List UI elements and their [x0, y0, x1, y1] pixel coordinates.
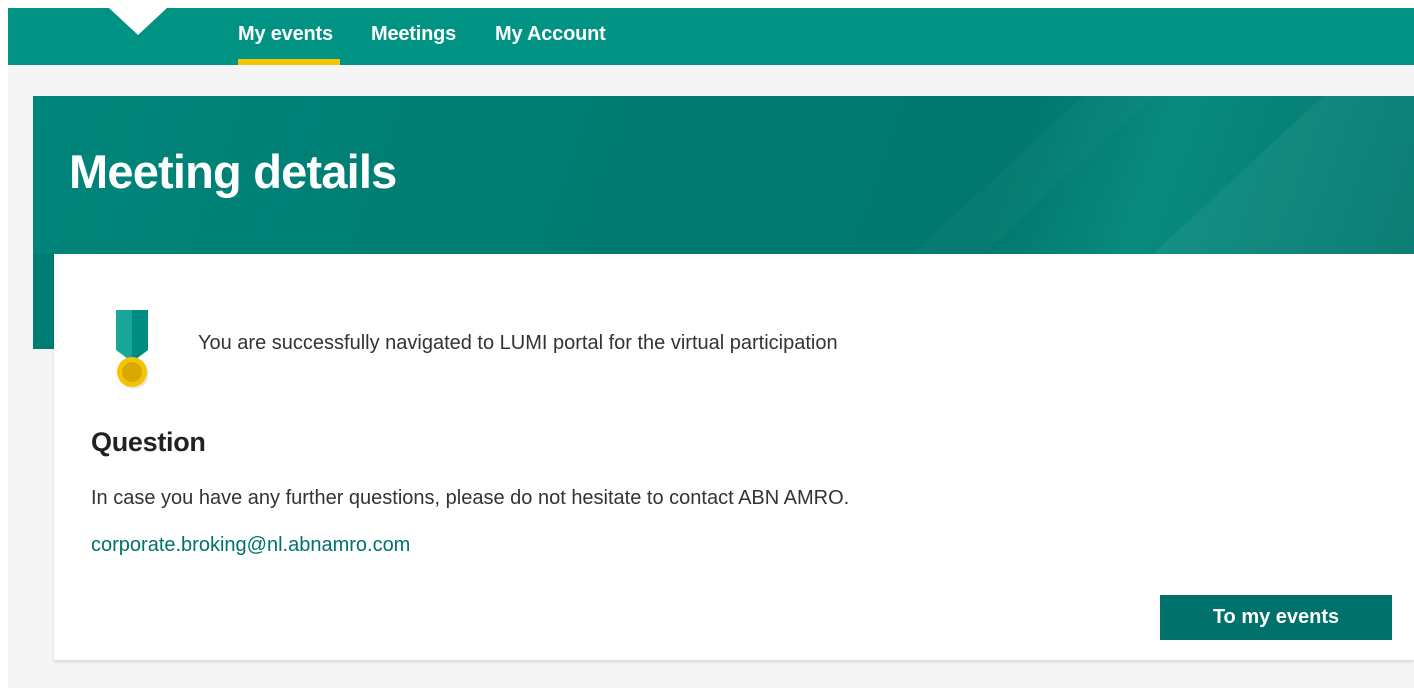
- to-my-events-button[interactable]: To my events: [1160, 595, 1392, 640]
- hero-side-strip: [33, 254, 54, 349]
- meeting-details-card: You are successfully navigated to LUMI p…: [54, 254, 1414, 660]
- nav-item-my-account[interactable]: My Account: [495, 23, 606, 65]
- contact-email-link[interactable]: corporate.broking@nl.abnamro.com: [91, 534, 410, 557]
- page-title: Meeting details: [69, 145, 397, 198]
- question-text: In case you have any further questions, …: [91, 487, 850, 509]
- top-navigation: My events Meetings My Account: [8, 8, 1414, 65]
- nav-item-meetings[interactable]: Meetings: [371, 23, 456, 65]
- hero-banner: Meeting details: [33, 96, 1414, 254]
- question-heading: Question: [91, 427, 206, 457]
- nav-notch: [109, 8, 167, 35]
- medal-icon: [107, 310, 157, 392]
- nav-item-my-events[interactable]: My events: [238, 23, 340, 65]
- success-message: You are successfully navigated to LUMI p…: [198, 332, 838, 354]
